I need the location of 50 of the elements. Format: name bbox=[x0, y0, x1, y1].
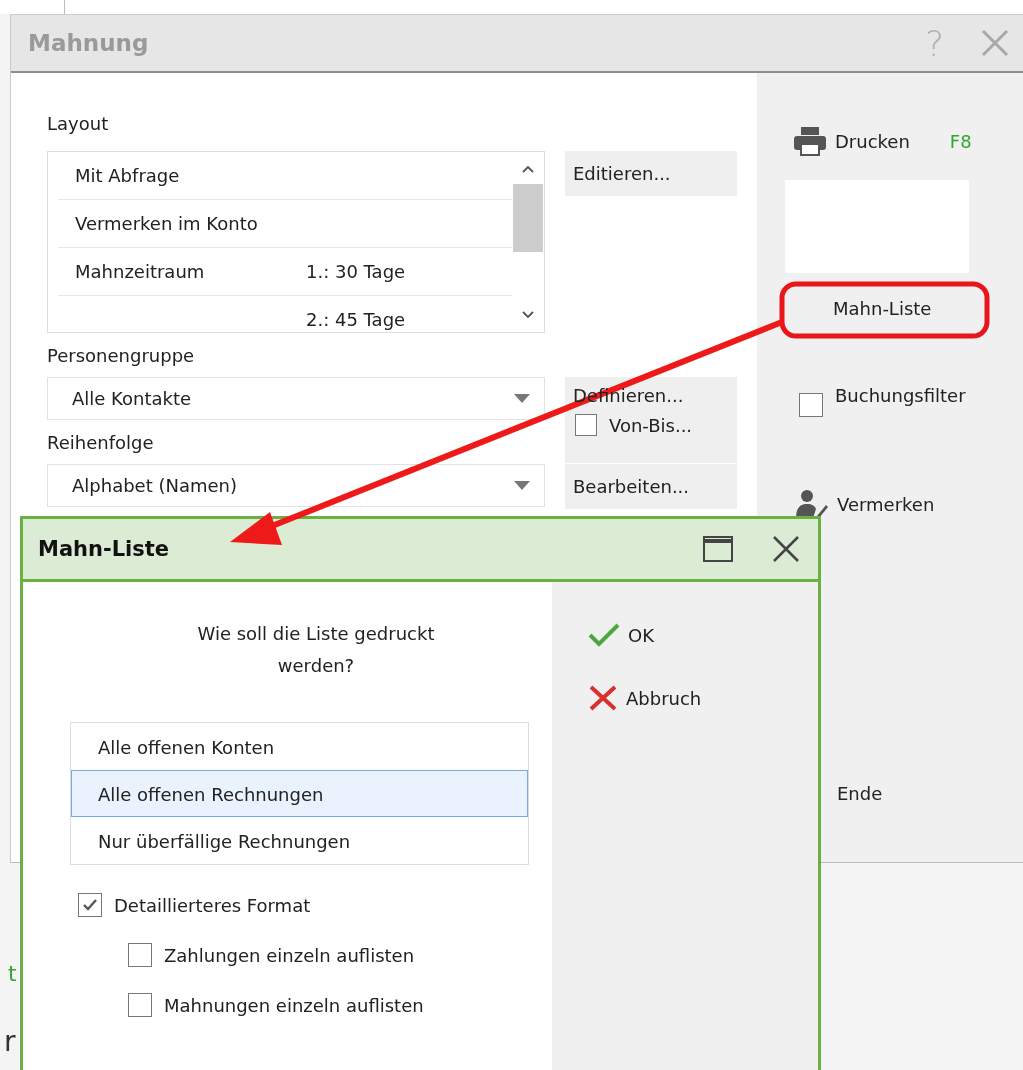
close-icon bbox=[772, 535, 800, 563]
list-item[interactable]: Alle offenen Konten bbox=[71, 723, 528, 770]
window-title: Mahnung bbox=[28, 30, 149, 56]
text-fragment: r bbox=[4, 1025, 16, 1058]
checkbox-label[interactable]: Mahnungen einzeln auflisten bbox=[164, 994, 424, 1016]
combo-value: Alphabet (Namen) bbox=[72, 475, 237, 496]
dropdown-arrow-icon bbox=[514, 481, 530, 490]
checkbox-label[interactable]: Detaillierteres Format bbox=[114, 894, 311, 916]
cancel-button[interactable]: Abbruch bbox=[588, 684, 702, 712]
window-title: Mahn-Liste bbox=[38, 537, 170, 561]
print-button[interactable]: Drucken bbox=[835, 130, 910, 152]
edit-button[interactable]: Bearbeiten... bbox=[565, 464, 737, 509]
shortcut-label: F8 bbox=[949, 130, 972, 152]
checkbox-label[interactable]: Buchungsfilter bbox=[835, 385, 966, 406]
list-item-label[interactable]: Vermerken im Konto bbox=[75, 213, 306, 234]
checkbox[interactable] bbox=[78, 893, 102, 917]
notes-button[interactable]: Vermerken bbox=[837, 493, 935, 515]
checkbox[interactable] bbox=[128, 993, 152, 1017]
maximize-icon bbox=[702, 535, 734, 563]
list-item-label[interactable]: Mit Abfrage bbox=[75, 165, 306, 186]
order-dropdown[interactable]: Alphabet (Namen) bbox=[47, 464, 545, 507]
cross-icon bbox=[588, 684, 618, 712]
text-fragment: t bbox=[8, 961, 17, 986]
checkmark-icon bbox=[588, 622, 620, 648]
list-button[interactable]: Mahn-Liste bbox=[785, 283, 985, 333]
scroll-thumb[interactable] bbox=[513, 184, 543, 252]
list-item-value[interactable]: 2.: 45 Tage bbox=[306, 309, 406, 330]
scroll-down-icon bbox=[521, 310, 535, 320]
field-label: Layout bbox=[47, 112, 110, 136]
close-icon bbox=[980, 28, 1010, 58]
checkbox-label[interactable]: Zahlungen einzeln auflisten bbox=[164, 944, 415, 966]
list-item[interactable]: Nur überfällige Rechnungen bbox=[71, 817, 528, 864]
group-dropdown[interactable]: Alle Kontakte bbox=[47, 377, 545, 420]
ok-button[interactable]: OK bbox=[588, 622, 654, 648]
field-label: Reihenfolge bbox=[47, 431, 155, 455]
list-item[interactable]: Alle offenen Rechnungen bbox=[71, 770, 528, 817]
list-item-label[interactable]: Mahnzeitraum bbox=[75, 261, 306, 282]
prompt-text: Wie soll die Liste gedruckt werden? bbox=[196, 622, 436, 678]
edit-button[interactable]: Editieren... bbox=[565, 151, 737, 196]
checkbox[interactable] bbox=[799, 393, 823, 417]
scroll-up-icon bbox=[521, 164, 535, 174]
checkbox-label[interactable]: Von-Bis... bbox=[609, 414, 693, 436]
printer-icon bbox=[793, 126, 827, 156]
dropdown-arrow-icon bbox=[514, 394, 530, 403]
checkbox[interactable] bbox=[128, 943, 152, 967]
checkbox[interactable] bbox=[575, 414, 597, 436]
end-button[interactable]: Ende bbox=[837, 783, 883, 804]
list-item-value[interactable]: 1.: 30 Tage bbox=[306, 261, 406, 282]
field-label: Personengruppe bbox=[47, 344, 196, 368]
combo-value: Alle Kontakte bbox=[72, 388, 192, 409]
